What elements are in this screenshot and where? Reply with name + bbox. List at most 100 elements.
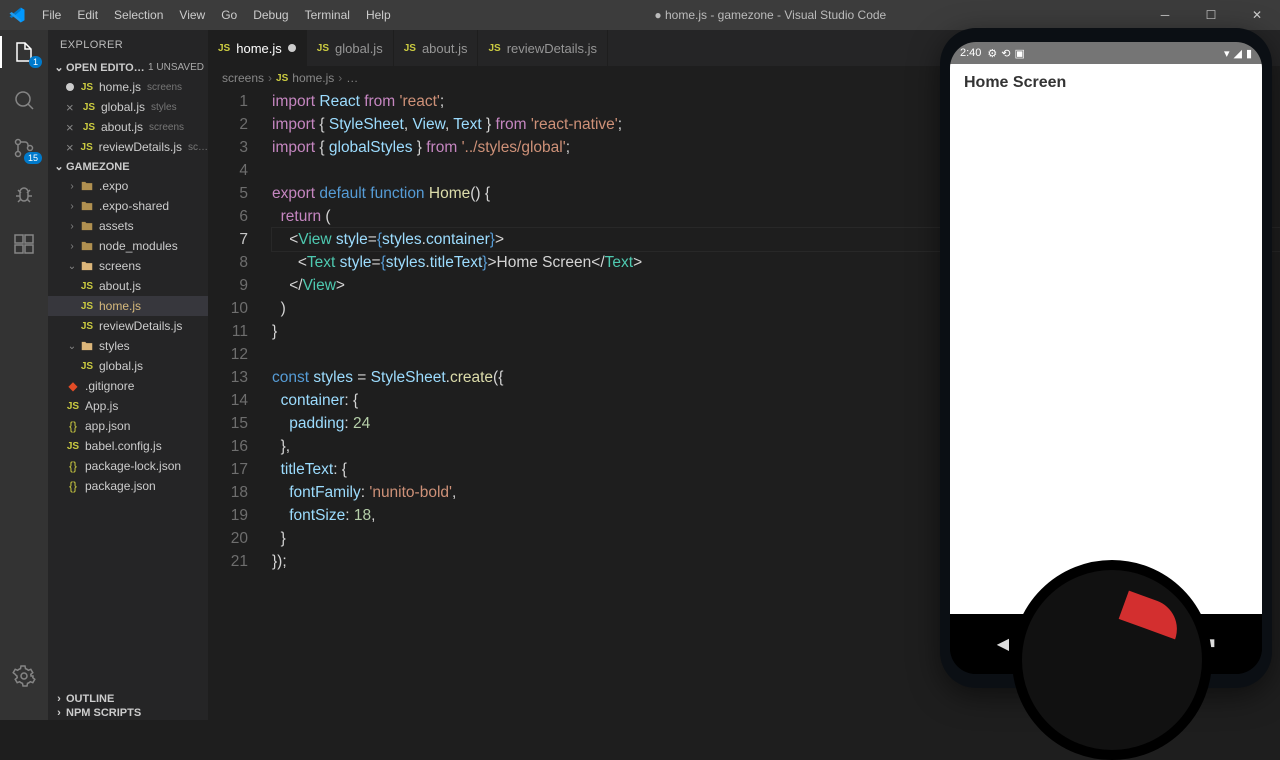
line-number: 10	[208, 297, 248, 320]
sidebar-title: EXPLORER	[48, 30, 208, 60]
maximize-button[interactable]: ☐	[1188, 0, 1234, 30]
explorer-icon[interactable]: 1	[10, 38, 38, 66]
tree-item[interactable]: JSApp.js	[48, 396, 208, 416]
menu-view[interactable]: View	[171, 8, 213, 22]
folder-icon	[80, 259, 94, 273]
extensions-icon[interactable]	[10, 230, 38, 258]
menu-edit[interactable]: Edit	[69, 8, 106, 22]
folder-icon	[80, 199, 94, 213]
tree-item[interactable]: JSreviewDetails.js	[48, 316, 208, 336]
file-name: home.js	[99, 80, 141, 94]
file-tree: ›.expo›.expo-shared›assets›node_modules⌄…	[48, 174, 208, 692]
line-number: 21	[208, 550, 248, 573]
tree-item[interactable]: › assets	[48, 216, 208, 236]
tree-item-label: assets	[99, 219, 134, 233]
debug-icon[interactable]	[10, 182, 38, 210]
tree-item[interactable]: JSbabel.config.js	[48, 436, 208, 456]
phone-screen[interactable]: Home Screen	[950, 64, 1262, 614]
menu-debug[interactable]: Debug	[245, 8, 296, 22]
js-file-icon: JS	[82, 120, 96, 134]
tree-item[interactable]: {}package-lock.json	[48, 456, 208, 476]
tree-item-label: app.json	[85, 419, 130, 433]
line-number: 7	[208, 228, 248, 251]
editor-tab[interactable]: JS reviewDetails.js	[478, 30, 608, 66]
tree-item[interactable]: {}package.json	[48, 476, 208, 496]
tree-item[interactable]: ⌄ styles	[48, 336, 208, 356]
search-icon[interactable]	[10, 86, 38, 114]
chevron-right-icon: ›	[268, 71, 272, 85]
close-icon[interactable]: ×	[66, 100, 76, 115]
line-number: 1	[208, 90, 248, 113]
menu-file[interactable]: File	[34, 8, 69, 22]
signal-icon: ◢	[1233, 47, 1241, 60]
chevron-icon[interactable]: ›	[66, 201, 78, 212]
settings-gear-icon[interactable]	[10, 662, 38, 690]
chevron-right-icon: ›	[338, 71, 342, 85]
npm-scripts-header[interactable]: › NPM SCRIPTS	[48, 706, 208, 720]
editor-tab[interactable]: JShome.js	[208, 30, 307, 66]
breadcrumb-segment[interactable]: screens	[222, 71, 264, 85]
tree-item[interactable]: JSglobal.js	[48, 356, 208, 376]
line-number: 19	[208, 504, 248, 527]
tree-item[interactable]: {}app.json	[48, 416, 208, 436]
chevron-icon[interactable]: ⌄	[66, 341, 78, 352]
open-editor-item[interactable]: ×JSreviewDetails.jssc…	[48, 137, 208, 157]
editor-tab[interactable]: JSabout.js	[394, 30, 479, 66]
tree-item-label: styles	[99, 339, 130, 353]
phone-statusbar: 2:40 ⚙ ⟲ ▣ ▾ ◢ ▮	[950, 42, 1262, 64]
chevron-icon[interactable]: ⌄	[66, 261, 78, 272]
js-file-icon: JS	[488, 43, 500, 54]
line-number: 20	[208, 527, 248, 550]
editor-tab[interactable]: JSglobal.js	[307, 30, 394, 66]
project-header[interactable]: ⌄ GAMEZONE	[48, 159, 208, 174]
window-title: ● home.js - gamezone - Visual Studio Cod…	[399, 8, 1142, 22]
unsaved-dot-icon[interactable]	[66, 83, 74, 91]
line-number: 2	[208, 113, 248, 136]
file-name: global.js	[101, 100, 145, 114]
tree-item-label: App.js	[85, 399, 118, 413]
tree-item-label: about.js	[99, 279, 141, 293]
close-icon[interactable]: ×	[66, 140, 74, 155]
window-controls: ─ ☐ ✕	[1142, 0, 1280, 30]
chevron-icon[interactable]: ›	[66, 241, 78, 252]
phone-heading: Home Screen	[950, 64, 1262, 102]
explorer-badge: 1	[29, 56, 42, 68]
tree-item-label: .expo	[99, 179, 128, 193]
tree-item[interactable]: ›.expo-shared	[48, 196, 208, 216]
breadcrumb-segment[interactable]: home.js	[292, 71, 334, 85]
refresh-small-icon: ⟲	[1001, 47, 1010, 60]
tree-item[interactable]: ⌄screens	[48, 256, 208, 276]
tree-item-label: node_modules	[99, 239, 178, 253]
open-editor-item[interactable]: ×JSabout.jsscreens	[48, 117, 208, 137]
back-icon[interactable]: ◀	[997, 634, 1009, 654]
tree-item[interactable]: JSabout.js	[48, 276, 208, 296]
line-number: 16	[208, 435, 248, 458]
outline-label: OUTLINE	[66, 693, 114, 705]
open-editors-header[interactable]: ⌄ OPEN EDITO… 1 UNSAVED	[48, 60, 208, 75]
outline-header[interactable]: › OUTLINE	[48, 692, 208, 706]
tab-label: reviewDetails.js	[507, 41, 597, 56]
breadcrumb-segment[interactable]: …	[346, 71, 358, 85]
tree-item[interactable]: › node_modules	[48, 236, 208, 256]
close-icon[interactable]: ×	[66, 120, 76, 135]
tree-item[interactable]: JShome.js	[48, 296, 208, 316]
close-button[interactable]: ✕	[1234, 0, 1280, 30]
menu-terminal[interactable]: Terminal	[297, 8, 358, 22]
tree-item[interactable]: › .expo	[48, 176, 208, 196]
menu-selection[interactable]: Selection	[106, 8, 171, 22]
tree-item-label: home.js	[99, 299, 141, 313]
chevron-icon[interactable]: ›	[66, 181, 78, 192]
open-editor-item[interactable]: ×JSglobal.jsstyles	[48, 97, 208, 117]
tree-item[interactable]: ◆.gitignore	[48, 376, 208, 396]
minimize-button[interactable]: ─	[1142, 0, 1188, 30]
menu-go[interactable]: Go	[213, 8, 245, 22]
file-path: screens	[147, 82, 182, 93]
menu-help[interactable]: Help	[358, 8, 399, 22]
js-file-icon: JS	[82, 100, 96, 114]
source-control-icon[interactable]: 15	[10, 134, 38, 162]
open-editor-item[interactable]: JShome.jsscreens	[48, 77, 208, 97]
chevron-icon[interactable]: ›	[66, 221, 78, 232]
open-editors-list: JShome.jsscreens×JSglobal.jsstyles×JSabo…	[48, 75, 208, 159]
tree-item-label: .gitignore	[85, 379, 134, 393]
wifi-icon: ▾	[1224, 47, 1230, 60]
